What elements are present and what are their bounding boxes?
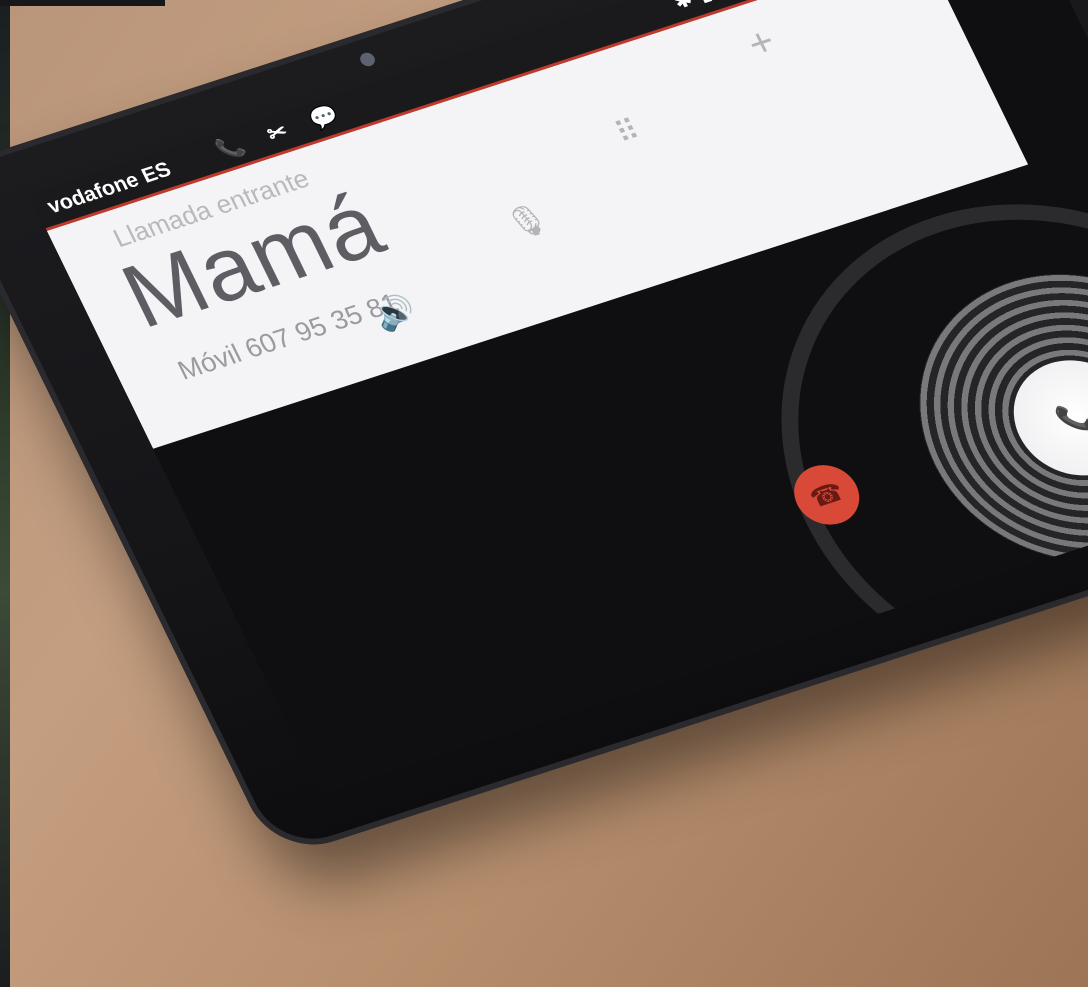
- add-call-icon[interactable]: +: [740, 19, 782, 67]
- front-camera: [357, 50, 378, 68]
- photo-scene: vodafone ES 📞 ✂ 💬 ✱ ▮ ◢ 66% ▮ 17:50 Llam…: [0, 0, 1088, 987]
- mute-icon[interactable]: 🎙: [499, 198, 555, 245]
- answer-phone-icon: 📞: [1051, 397, 1088, 439]
- top-edge-strip: [0, 0, 165, 6]
- decline-phone-icon: ☎: [804, 475, 849, 514]
- keypad-icon[interactable]: ⠿: [610, 113, 645, 151]
